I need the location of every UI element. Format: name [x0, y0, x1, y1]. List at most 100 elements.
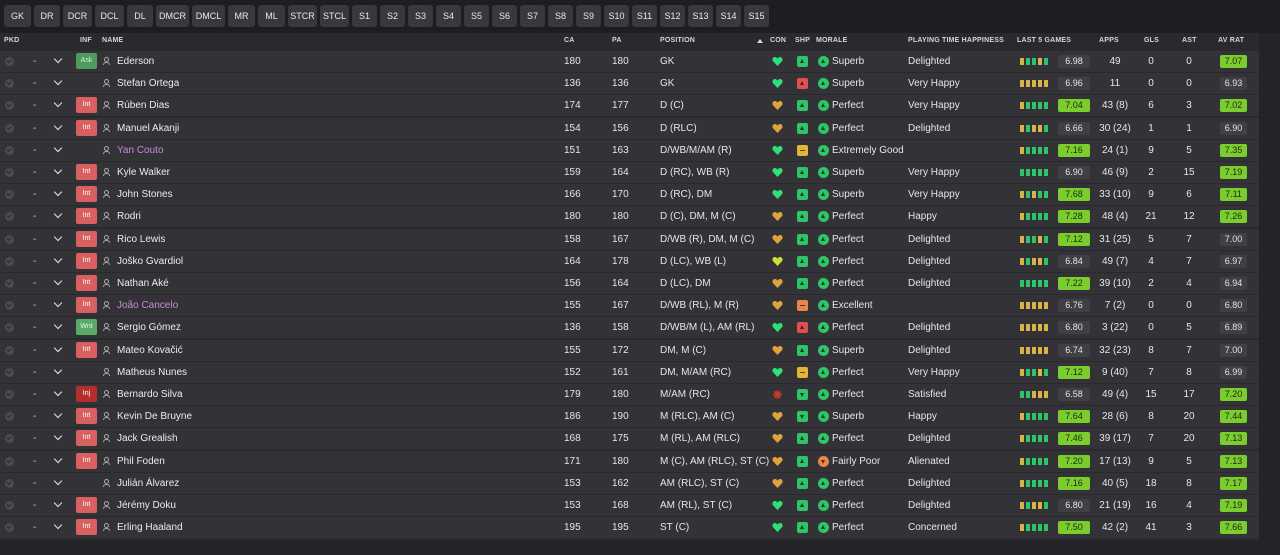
- tab-stcl[interactable]: STCL: [320, 5, 349, 27]
- col-ast[interactable]: AST: [1182, 37, 1197, 44]
- player-name[interactable]: Matheus Nunes: [117, 362, 187, 383]
- player-name[interactable]: Bernardo Silva: [117, 384, 183, 405]
- player-name[interactable]: João Cancelo: [117, 295, 178, 316]
- pkd-check-icon[interactable]: [5, 101, 14, 111]
- chevron-down-icon[interactable]: [53, 343, 63, 352]
- tab-s1[interactable]: S1: [352, 5, 377, 27]
- player-name[interactable]: Manuel Akanji: [117, 118, 179, 139]
- chevron-down-icon[interactable]: [53, 143, 63, 153]
- table-row[interactable]: - Matheus Nunes 152 161 DM, M/AM (RC) Perfect…: [0, 361, 1259, 383]
- col-morale[interactable]: MORALE: [816, 37, 848, 44]
- chevron-down-icon[interactable]: [53, 476, 63, 486]
- pkd-check-icon[interactable]: [5, 168, 14, 177]
- chevron-down-icon[interactable]: [53, 365, 63, 375]
- player-name[interactable]: Rico Lewis: [117, 229, 165, 250]
- pkd-check-icon[interactable]: [5, 79, 14, 89]
- chevron-down-icon[interactable]: [53, 432, 63, 441]
- tab-s9[interactable]: S9: [576, 5, 601, 27]
- chevron-down-icon[interactable]: [53, 298, 63, 308]
- pkd-check-icon[interactable]: [5, 367, 14, 377]
- tab-gk[interactable]: GK: [4, 5, 31, 27]
- player-name[interactable]: Erling Haaland: [117, 517, 183, 538]
- chevron-down-icon[interactable]: [53, 121, 63, 130]
- pkd-check-icon[interactable]: [5, 190, 14, 200]
- tab-s5[interactable]: S5: [464, 5, 489, 27]
- chevron-down-icon[interactable]: [53, 409, 63, 419]
- table-row[interactable]: - Int João Cancelo 155 167 D/WB (RL), M (R) Ex…: [0, 295, 1259, 317]
- tab-dcr[interactable]: DCR: [63, 5, 92, 27]
- table-row[interactable]: - Int John Stones 166 170 D (RC), DM Superb Ver…: [0, 184, 1259, 206]
- player-name[interactable]: Kevin De Bruyne: [117, 406, 192, 427]
- pkd-check-icon[interactable]: [5, 390, 14, 399]
- table-row[interactable]: - Int Kevin De Bruyne 186 190 M (RLC), AM (C)…: [0, 406, 1259, 428]
- pkd-check-icon[interactable]: [5, 123, 14, 133]
- col-name[interactable]: NAME: [102, 37, 123, 44]
- tab-dcl[interactable]: DCL: [95, 5, 124, 27]
- col-con[interactable]: CON: [770, 37, 786, 44]
- player-name[interactable]: Phil Foden: [117, 451, 165, 472]
- chevron-down-icon[interactable]: [53, 254, 63, 264]
- col-pa[interactable]: PA: [612, 37, 622, 44]
- chevron-down-icon[interactable]: [53, 187, 63, 197]
- pkd-check-icon[interactable]: [5, 256, 14, 266]
- player-name[interactable]: Joško Gvardiol: [117, 251, 183, 272]
- table-row[interactable]: - Julián Álvarez 153 162 AM (RLC), ST (C) Per…: [0, 472, 1259, 494]
- chevron-down-icon[interactable]: [53, 276, 63, 286]
- chevron-down-icon[interactable]: [53, 387, 63, 397]
- pkd-check-icon[interactable]: [5, 323, 14, 333]
- chevron-down-icon[interactable]: [53, 54, 63, 64]
- pkd-check-icon[interactable]: [5, 301, 14, 311]
- col-gls[interactable]: GLS: [1144, 37, 1159, 44]
- player-name[interactable]: Stefan Ortega: [117, 73, 179, 94]
- pkd-check-icon[interactable]: [5, 434, 14, 444]
- chevron-down-icon[interactable]: [53, 99, 63, 108]
- chevron-down-icon[interactable]: [53, 210, 63, 219]
- col-position[interactable]: POSITION: [660, 37, 695, 44]
- pkd-check-icon[interactable]: [5, 345, 14, 355]
- col-inf[interactable]: INF: [80, 37, 92, 44]
- table-row[interactable]: - Int Rodri 180 180 D (C), DM, M (C) Perfect Ha…: [0, 206, 1259, 228]
- player-name[interactable]: Mateo Kovačić: [117, 340, 183, 361]
- col-pkd[interactable]: PKD: [4, 37, 19, 44]
- pkd-check-icon[interactable]: [5, 212, 14, 222]
- tab-dmcr[interactable]: DMCR: [156, 5, 189, 27]
- chevron-down-icon[interactable]: [53, 165, 63, 175]
- tab-s14[interactable]: S14: [716, 5, 741, 27]
- col-av-rat[interactable]: AV RAT: [1218, 37, 1244, 44]
- chevron-down-icon[interactable]: [53, 232, 63, 241]
- col-shp[interactable]: SHP: [795, 37, 810, 44]
- pkd-check-icon[interactable]: [5, 412, 14, 422]
- chevron-down-icon[interactable]: [53, 76, 63, 86]
- tab-s15[interactable]: S15: [744, 5, 769, 27]
- tab-dl[interactable]: DL: [127, 5, 153, 27]
- tab-dmcl[interactable]: DMCL: [192, 5, 225, 27]
- chevron-down-icon[interactable]: [53, 454, 63, 463]
- pkd-check-icon[interactable]: [5, 478, 14, 488]
- tab-s10[interactable]: S10: [604, 5, 629, 27]
- pkd-check-icon[interactable]: [5, 523, 14, 533]
- player-name[interactable]: Jack Grealish: [117, 428, 178, 449]
- player-name[interactable]: Jérémy Doku: [117, 495, 176, 516]
- tab-mr[interactable]: MR: [228, 5, 255, 27]
- tab-s7[interactable]: S7: [520, 5, 545, 27]
- table-row[interactable]: - Int Manuel Akanji 154 156 D (RLC) Perfect Del…: [0, 117, 1259, 139]
- table-row[interactable]: - Int Phil Foden 171 180 M (C), AM (RLC), ST …: [0, 450, 1259, 472]
- col-apps[interactable]: APPS: [1099, 37, 1119, 44]
- pkd-check-icon[interactable]: [5, 279, 14, 288]
- player-name[interactable]: Julián Álvarez: [117, 473, 179, 494]
- table-row[interactable]: - Int Rico Lewis 158 167 D/WB (R), DM, M (C) P…: [0, 228, 1259, 250]
- player-name[interactable]: Ederson: [117, 51, 154, 72]
- chevron-down-icon[interactable]: [53, 321, 63, 330]
- tab-s6[interactable]: S6: [492, 5, 517, 27]
- pkd-check-icon[interactable]: [5, 57, 14, 66]
- tab-s12[interactable]: S12: [660, 5, 685, 27]
- tab-s2[interactable]: S2: [380, 5, 405, 27]
- table-row[interactable]: - Int Nathan Aké 156 164 D (LC), DM Perfect Del…: [0, 273, 1259, 294]
- table-row[interactable]: - Int Erling Haaland 195 195 ST (C) Perfect Con…: [0, 517, 1259, 539]
- tab-s11[interactable]: S11: [632, 5, 657, 27]
- tab-s4[interactable]: S4: [436, 5, 461, 27]
- table-row[interactable]: - Int Mateo Kovačić 155 172 DM, M (C) Superb De…: [0, 339, 1259, 361]
- table-row[interactable]: - Ask Ederson 180 180 GK Superb Delighted 6.98 49…: [0, 51, 1259, 72]
- tab-dr[interactable]: DR: [34, 5, 60, 27]
- tab-stcr[interactable]: STCR: [288, 5, 317, 27]
